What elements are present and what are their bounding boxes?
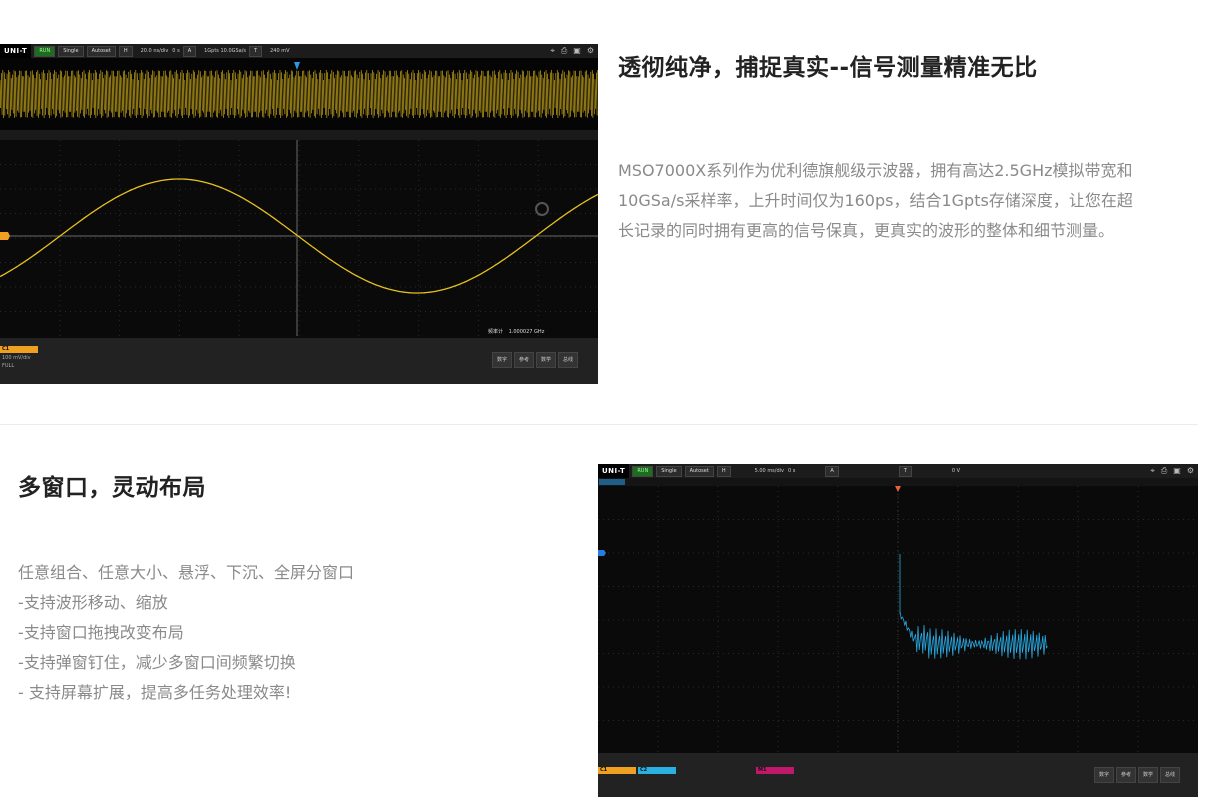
main-grid bbox=[0, 140, 598, 336]
ch1-cell[interactable]: C1 100 mV/div FULL bbox=[0, 346, 38, 369]
ch1-offset-marker-icon bbox=[0, 232, 10, 240]
ch-marker-icon-2 bbox=[598, 550, 606, 556]
ch2-cell-2[interactable]: C2 bbox=[638, 767, 676, 774]
reference-menu-button-2[interactable]: 参考 bbox=[1116, 767, 1136, 783]
section1-line-3: 长记录的同时拥有更高的信号保真，更真实的波形的整体和细节测量。 bbox=[618, 221, 1115, 240]
ch1-header-2: C1 bbox=[598, 767, 636, 774]
math-cell-2[interactable]: M1 bbox=[756, 767, 794, 774]
zoom-cursor-icon bbox=[535, 202, 549, 216]
section-signal-fidelity: UNI-T RUN Single Autoset H 20.0 ns/div 0… bbox=[0, 0, 1214, 424]
scope-screenshot-sine: UNI-T RUN Single Autoset H 20.0 ns/div 0… bbox=[0, 44, 598, 384]
channel-panel-2: C1 C2 M1 数字 参考 数学 总线 bbox=[598, 753, 1198, 797]
fft-spectrum-waveform bbox=[899, 554, 1048, 660]
scope-screenshot-spectrum: UNI-T RUN Single Autoset H 5.00 ms/div 0… bbox=[598, 464, 1198, 797]
ch1-coupling: FULL bbox=[2, 363, 15, 369]
ch1-scale: 100 mV/div bbox=[2, 355, 31, 361]
trigger-marker-icon-2 bbox=[895, 486, 901, 492]
bus-menu-button[interactable]: 总线 bbox=[558, 352, 578, 368]
bus-menu-button-2[interactable]: 总线 bbox=[1160, 767, 1180, 783]
measure-value: 1.000027 GHz bbox=[508, 329, 545, 335]
ch1-cell-2[interactable]: C1 bbox=[598, 767, 636, 774]
section2-line-2: -支持波形移动、缩放 bbox=[18, 593, 168, 612]
section-multi-window: 多窗口，灵动布局 任意组合、任意大小、悬浮、下沉、全屏分窗口 -支持波形移动、缩… bbox=[0, 424, 1214, 797]
channel-panel: C1 100 mV/div FULL 频率计 1.000027 GHz 数字 参… bbox=[0, 329, 598, 384]
section2-line-5: - 支持屏幕扩展，提高多任务处理效率! bbox=[18, 683, 292, 702]
section2-line-3: -支持窗口拖拽改变布局 bbox=[18, 623, 184, 642]
math-menu-button-2[interactable]: 数学 bbox=[1138, 767, 1158, 783]
digital-menu-button-2[interactable]: 数字 bbox=[1094, 767, 1114, 783]
math-header-2: M1 bbox=[756, 767, 794, 774]
section1-heading: 透彻纯净，捕捉真实--信号测量精准无比 bbox=[618, 55, 1038, 81]
section2-line-4: -支持弹窗钉住，减少多窗口间频繁切换 bbox=[18, 653, 296, 672]
section1-line-1: MSO7000X系列作为优利德旗舰级示波器，拥有高达2.5GHz模拟带宽和 bbox=[618, 161, 1133, 180]
math-menu-button[interactable]: 数学 bbox=[536, 352, 556, 368]
section1-paragraph: MSO7000X系列作为优利德旗舰级示波器，拥有高达2.5GHz模拟带宽和 10… bbox=[618, 156, 1133, 246]
reference-menu-button[interactable]: 参考 bbox=[514, 352, 534, 368]
section2-paragraph: 任意组合、任意大小、悬浮、下沉、全屏分窗口 -支持波形移动、缩放 -支持窗口拖拽… bbox=[18, 558, 354, 708]
ch1-header: C1 bbox=[0, 346, 38, 353]
section2-line-1: 任意组合、任意大小、悬浮、下沉、全屏分窗口 bbox=[18, 563, 355, 582]
measure-cell[interactable]: 频率计 1.000027 GHz bbox=[488, 328, 548, 335]
spectrum-grid bbox=[598, 486, 1198, 752]
ch2-header-2: C2 bbox=[638, 767, 676, 774]
measure-label: 频率计 bbox=[488, 329, 504, 335]
scope2-display bbox=[598, 478, 1198, 752]
section1-line-2: 10GSa/s采样率，上升时间仅为160ps，结合1Gpts存储深度，让您在超 bbox=[618, 191, 1133, 210]
section2-heading: 多窗口，灵动布局 bbox=[18, 475, 206, 501]
digital-menu-button[interactable]: 数字 bbox=[492, 352, 512, 368]
